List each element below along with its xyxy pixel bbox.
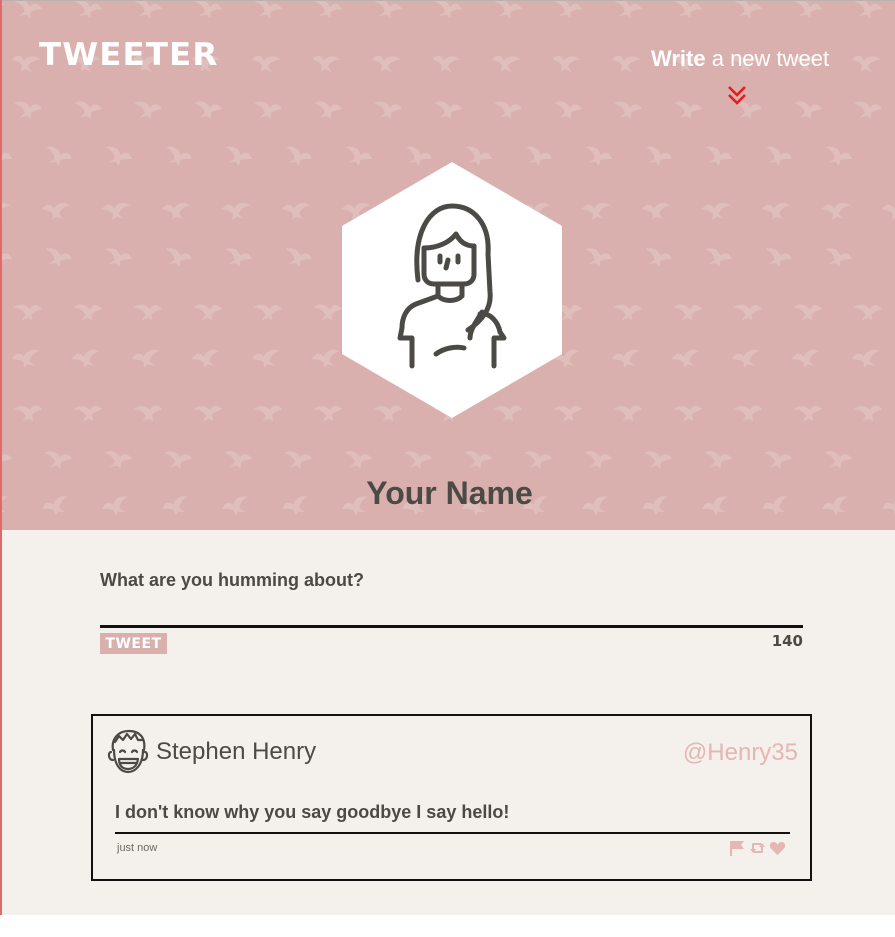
character-counter: 140 [771, 632, 803, 650]
tweet-actions [729, 839, 786, 857]
tweet-text: I don't know why you say goodbye I say h… [115, 802, 510, 822]
tweet-submit-button[interactable]: TWEET [100, 633, 167, 654]
heart-icon[interactable] [769, 840, 786, 856]
brand-logo[interactable]: TWEETER [39, 37, 218, 73]
tweet-author-name: Stephen Henry [156, 738, 317, 765]
tweet-textarea[interactable] [100, 597, 803, 623]
tweet-author-handle[interactable]: @Henry35 [683, 739, 798, 767]
compose-toggle-rest: a new tweet [705, 46, 830, 71]
compose-toggle-bold: Write [651, 46, 706, 71]
retweet-icon[interactable] [749, 840, 766, 856]
composer-label: What are you humming about? [100, 570, 364, 590]
composer-divider [100, 625, 803, 628]
tweet-divider [115, 832, 790, 834]
profile-avatar [342, 162, 562, 418]
tweet-card: Stephen Henry @Henry35 I don't know why … [91, 714, 812, 881]
new-tweet-composer: What are you humming about? TWEET 140 [100, 565, 803, 654]
page: TWEETER Write a new tweet Your Name What… [0, 0, 895, 915]
write-new-tweet-toggle[interactable]: Write a new tweet [651, 46, 829, 72]
tweet-timestamp: just now [117, 842, 158, 854]
chevrons-down-icon[interactable] [726, 84, 748, 106]
profile-name: Your Name [366, 475, 533, 511]
smiling-man-avatar-icon [107, 729, 149, 774]
profile-header: TWEETER Write a new tweet Your Name [2, 1, 895, 530]
flag-icon[interactable] [729, 840, 746, 856]
